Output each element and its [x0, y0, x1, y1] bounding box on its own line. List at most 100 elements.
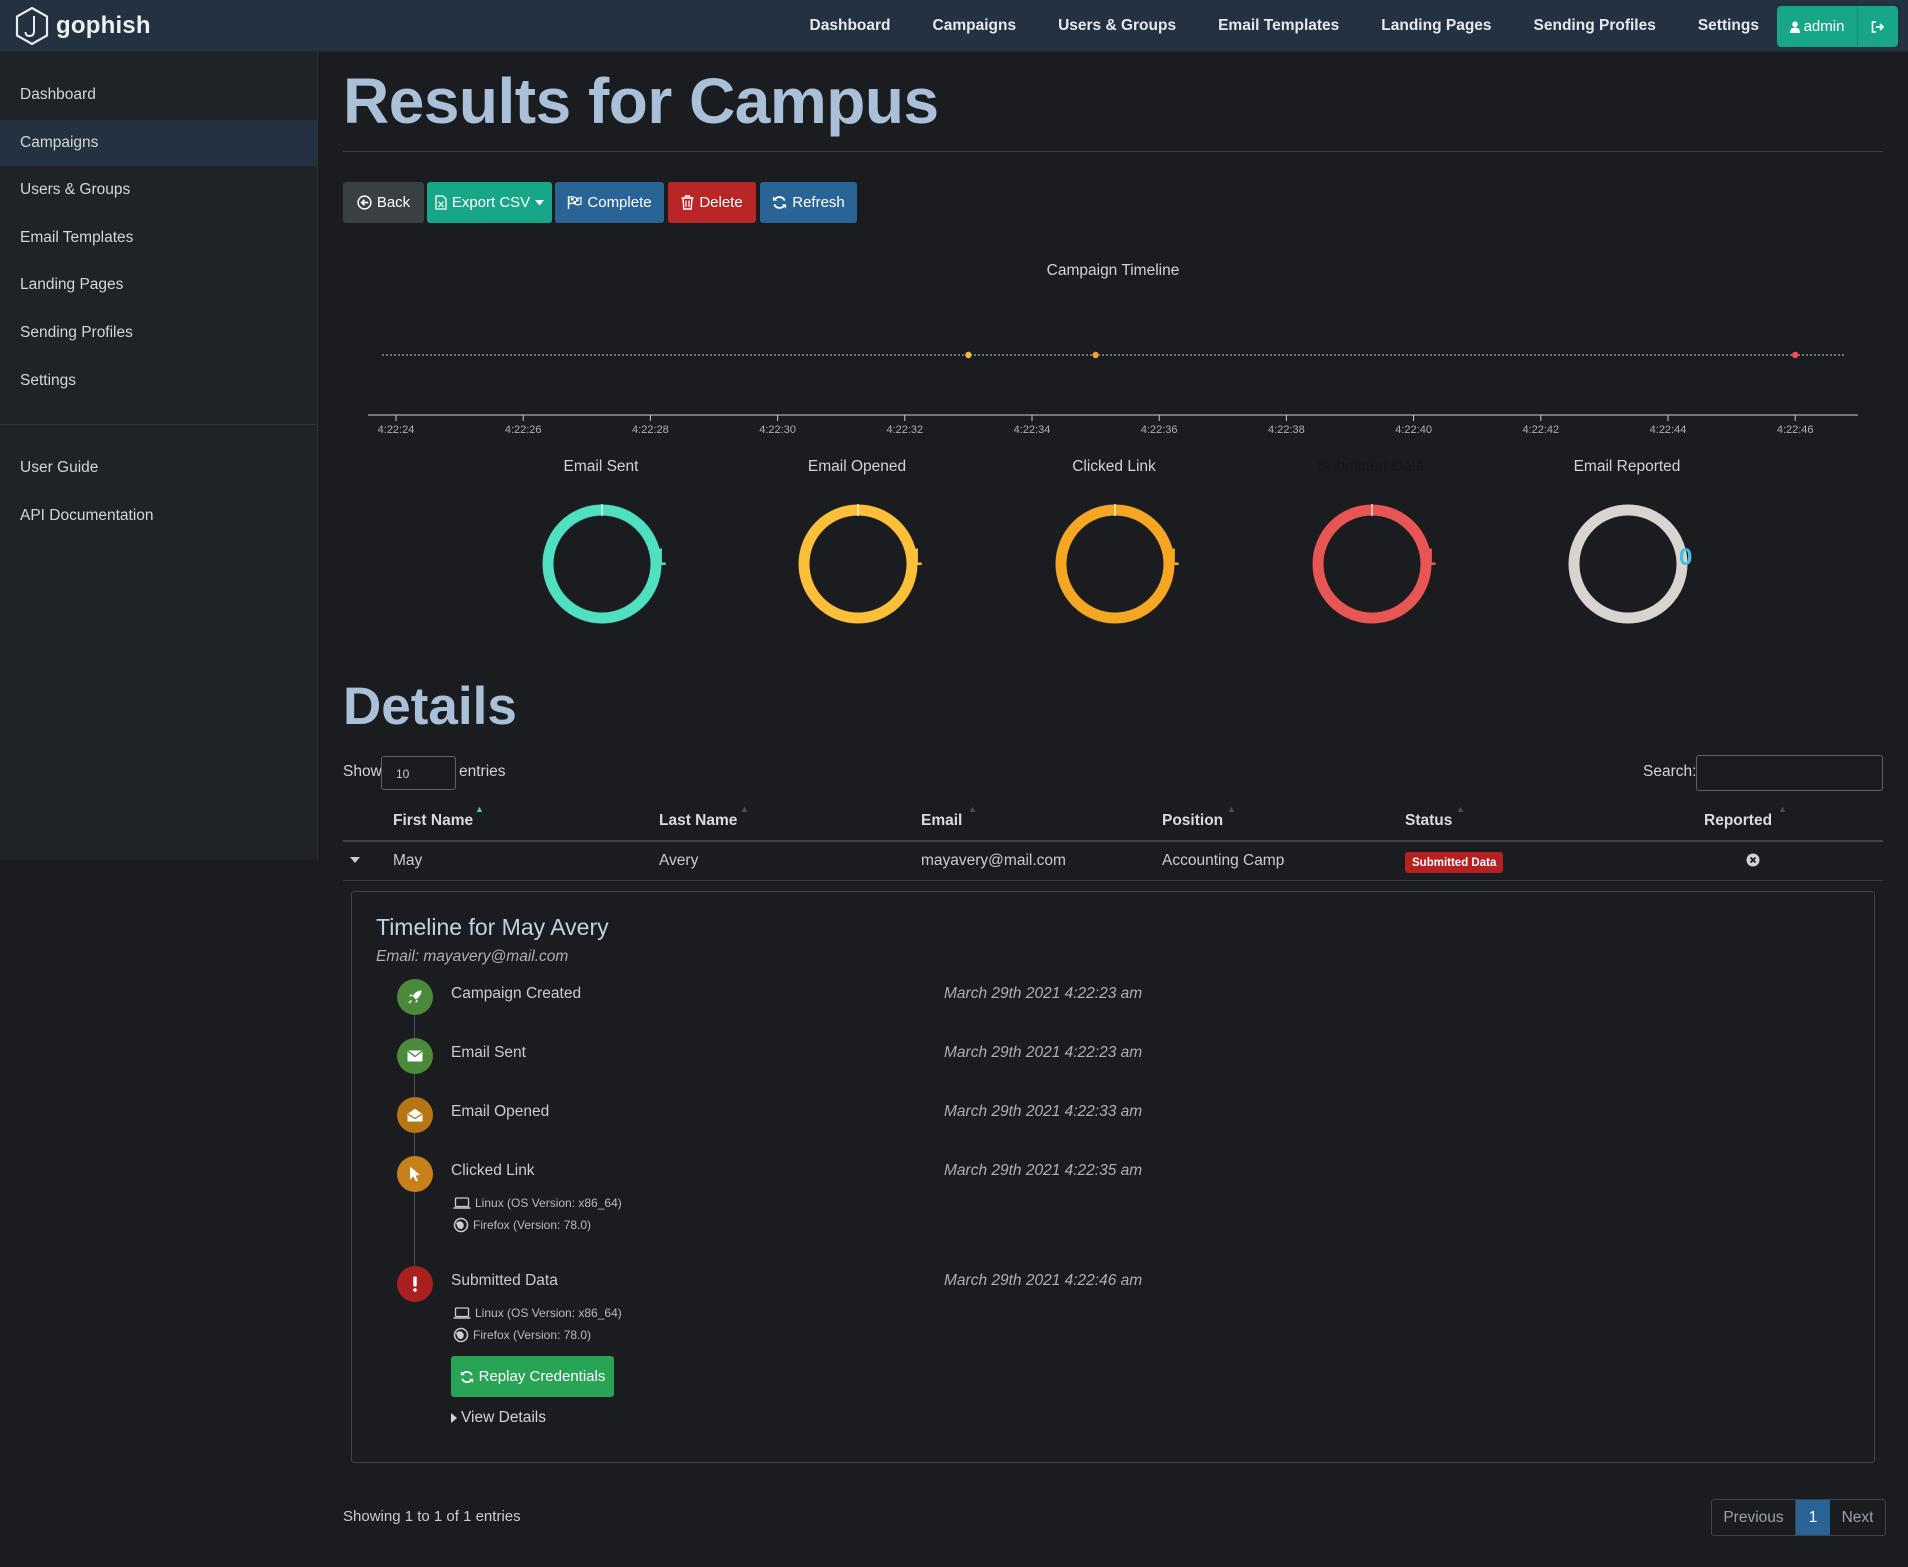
stat-value: 1 [1166, 544, 1180, 571]
replay-credentials-button[interactable]: Replay Credentials [451, 1356, 614, 1397]
sort-icon: ▲ [968, 804, 977, 814]
firefox-icon [453, 1327, 469, 1343]
admin-label: admin [1803, 18, 1845, 35]
os-text: Linux (OS Version: x86_64) [475, 1196, 622, 1210]
arrow-circle-left-icon [357, 195, 372, 210]
user-icon [1789, 20, 1800, 33]
page-title: Results for Campus [343, 65, 939, 137]
envelope-icon [397, 1038, 433, 1074]
x-tick-label: 4:22:42 [1522, 424, 1559, 436]
entries-per-page-select[interactable]: 10 [381, 756, 456, 790]
envelope-open-icon [397, 1097, 433, 1133]
nav-settings[interactable]: Settings [1677, 17, 1780, 35]
x-tick-label: 4:22:30 [759, 424, 796, 436]
stat-title: Email Sent [563, 458, 639, 475]
admin-button[interactable]: admin [1777, 6, 1858, 47]
column-header-first-name[interactable]: First Name [393, 812, 473, 830]
laptop-icon [453, 1196, 471, 1209]
next-page-button[interactable]: Next [1830, 1500, 1885, 1535]
show-label: Show [343, 763, 382, 780]
nav-dashboard[interactable]: Dashboard [789, 17, 912, 35]
stat-title: Email Reported [1573, 458, 1681, 475]
x-tick-label: 4:22:38 [1268, 424, 1305, 436]
event-time: March 29th 2021 4:22:33 am [944, 1103, 1143, 1120]
sidebar: Dashboard Campaigns Users & Groups Email… [0, 52, 318, 860]
gophish-hook-icon [15, 6, 49, 46]
sidebar-item-campaigns[interactable]: Campaigns [0, 120, 317, 166]
sidebar-item-sending-profiles[interactable]: Sending Profiles [0, 310, 317, 356]
sidebar-item-landing-pages[interactable]: Landing Pages [0, 262, 317, 308]
x-tick-label: 4:22:34 [1014, 424, 1051, 436]
event-time: March 29th 2021 4:22:35 am [944, 1162, 1143, 1179]
logout-button[interactable] [1858, 6, 1898, 47]
x-tick-label: 4:22:44 [1650, 424, 1687, 436]
timeline-point[interactable] [1792, 351, 1799, 359]
cell-position: Accounting Camp [1162, 852, 1285, 869]
sidebar-item-settings[interactable]: Settings [0, 358, 317, 404]
sidebar-item-users-groups[interactable]: Users & Groups [0, 167, 317, 213]
pointer-icon [397, 1156, 433, 1192]
search-input[interactable] [1696, 755, 1883, 791]
previous-page-button[interactable]: Previous [1712, 1500, 1796, 1535]
donut-ring [1055, 504, 1175, 624]
entries-label: entries [459, 763, 506, 780]
brand-logo[interactable]: gophish [14, 5, 151, 47]
nav-email-templates[interactable]: Email Templates [1197, 17, 1360, 35]
column-header-reported[interactable]: Reported [1704, 812, 1772, 830]
refresh-icon [773, 196, 787, 209]
laptop-icon [453, 1306, 471, 1319]
refresh-button[interactable]: Refresh [760, 182, 857, 223]
title-divider [343, 151, 1883, 152]
table-info: Showing 1 to 1 of 1 entries [343, 1508, 521, 1525]
table-row-divider [343, 880, 1883, 881]
event-time: March 29th 2021 4:22:23 am [944, 1044, 1143, 1061]
column-header-position[interactable]: Position [1162, 812, 1223, 830]
x-tick-label: 4:22:26 [505, 424, 542, 436]
sort-icon: ▲ [1227, 804, 1236, 814]
timeline-title: Timeline for May Avery [376, 914, 609, 940]
browser-text: Firefox (Version: 78.0) [473, 1218, 592, 1232]
stat-value: 0 [1679, 544, 1693, 571]
sidebar-divider [0, 424, 317, 425]
sidebar-item-email-templates[interactable]: Email Templates [0, 215, 317, 261]
delete-button[interactable]: Delete [668, 182, 756, 223]
timeline-point[interactable] [1092, 351, 1099, 359]
donut-ring [1568, 504, 1688, 624]
column-header-last-name[interactable]: Last Name [659, 812, 737, 830]
caret-down-icon [535, 199, 545, 205]
page-1-button[interactable]: 1 [1796, 1500, 1830, 1535]
complete-label: Complete [587, 194, 652, 211]
cell-email: mayavery@mail.com [921, 852, 1066, 869]
back-button[interactable]: Back [343, 182, 424, 223]
stat-title: Submitted Data [1317, 458, 1425, 475]
donut-ring [798, 504, 918, 624]
column-header-email[interactable]: Email [921, 812, 962, 830]
replay-label: Replay Credentials [478, 1368, 606, 1385]
search-label: Search: [1643, 763, 1697, 780]
sign-out-icon [1871, 20, 1885, 33]
event-os-info: Linux (OS Version: x86_64) [453, 1196, 622, 1210]
timeline-email: Email: mayavery@mail.com [376, 948, 569, 965]
column-header-status[interactable]: Status [1405, 812, 1452, 830]
event-label: Campaign Created [451, 985, 582, 1002]
timeline-point[interactable] [965, 351, 972, 359]
sidebar-item-api-documentation[interactable]: API Documentation [0, 493, 317, 539]
sidebar-item-dashboard[interactable]: Dashboard [0, 72, 317, 118]
sidebar-item-user-guide[interactable]: User Guide [0, 445, 317, 491]
row-expand-caret-icon[interactable] [350, 857, 360, 863]
exclamation-icon [397, 1266, 433, 1302]
x-tick-label: 4:22:24 [378, 424, 415, 436]
export-csv-button[interactable]: Export CSV [427, 182, 552, 223]
nav-users-groups[interactable]: Users & Groups [1037, 17, 1197, 35]
table-header-divider [343, 840, 1883, 842]
nav-campaigns[interactable]: Campaigns [912, 17, 1038, 35]
complete-button[interactable]: Complete [555, 182, 664, 223]
nav-sending-profiles[interactable]: Sending Profiles [1513, 17, 1677, 35]
nav-landing-pages[interactable]: Landing Pages [1360, 17, 1512, 35]
firefox-icon [453, 1217, 469, 1233]
timeline-chart-title: Campaign Timeline [1047, 262, 1180, 279]
view-details-toggle[interactable]: View Details [451, 1409, 546, 1427]
refresh-label: Refresh [792, 194, 845, 211]
trash-icon [681, 195, 694, 210]
view-details-label: View Details [461, 1409, 547, 1426]
